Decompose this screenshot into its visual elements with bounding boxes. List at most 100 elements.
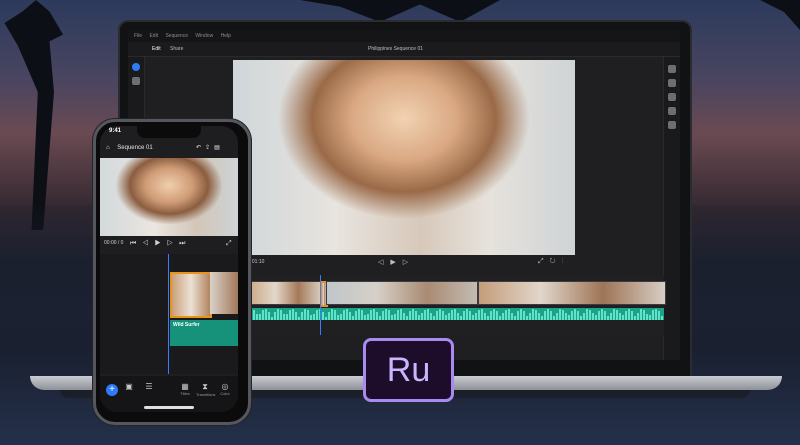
audio-clip[interactable]: Wild Surfer	[170, 320, 238, 346]
phone-preview-video[interactable]	[100, 158, 238, 236]
waveform-bar	[421, 313, 423, 320]
waveform-bar	[508, 309, 510, 320]
waveform-bar	[262, 310, 264, 320]
tab-edit[interactable]: Edit	[152, 46, 161, 52]
waveform-bar	[604, 311, 606, 320]
panel-icon-1[interactable]	[668, 65, 676, 73]
phone-playback-controls: 00:00 / 0 ⏮◁▶▷⏭ ⤢	[100, 238, 238, 252]
text-tool[interactable]: ☰	[140, 382, 158, 391]
phone-timeline[interactable]: Wild Surfer	[100, 254, 238, 374]
menu-sequence[interactable]: Sequence	[165, 33, 188, 39]
waveform-bar	[589, 309, 591, 320]
waveform-bar	[616, 309, 618, 320]
media-tool[interactable]: ▣	[120, 382, 138, 391]
home-icon[interactable]: ⌂	[106, 145, 110, 151]
selected-video-clip[interactable]	[170, 272, 212, 318]
video-clip[interactable]	[244, 281, 322, 305]
phone-bottom-toolbar: + ▣ ☰ ▦ Titles ⧗ Transitions ◎ Color	[100, 376, 238, 412]
waveform-bar	[313, 313, 315, 320]
waveform-bar	[358, 309, 360, 320]
waveform-bar	[253, 310, 255, 320]
step-forward-icon[interactable]: ▷	[403, 259, 415, 266]
next-frame-icon[interactable]: ▷	[167, 240, 179, 247]
phone-transport: ⏮◁▶▷⏭	[130, 240, 191, 248]
program-monitor-video[interactable]	[233, 60, 575, 255]
status-time: 9:41	[109, 128, 122, 134]
waveform-bar	[562, 309, 564, 320]
panel-icon-3[interactable]	[668, 93, 676, 101]
fullscreen-icon[interactable]: ⤢	[226, 240, 232, 248]
add-icon[interactable]: +	[106, 384, 118, 396]
waveform-bar	[337, 314, 339, 320]
video-clip[interactable]	[478, 281, 666, 305]
transitions-tool[interactable]: ⧗ Transitions	[196, 382, 216, 397]
waveform-bar	[277, 309, 279, 320]
waveform-bar	[424, 309, 426, 320]
audio-track[interactable]	[244, 308, 664, 320]
waveform-bar	[574, 309, 576, 320]
waveform-bar	[400, 309, 402, 320]
menu-help[interactable]: Help	[221, 33, 231, 39]
waveform-bar	[595, 315, 597, 320]
waveform-bar	[649, 315, 651, 320]
waveform-bar	[511, 312, 513, 320]
transitions-label: Transitions	[196, 392, 216, 397]
waveform-bar	[391, 314, 393, 320]
waveform-bar	[481, 309, 483, 320]
waveform-bar	[340, 313, 342, 320]
waveform-bar	[379, 316, 381, 320]
menu-window[interactable]: Window	[195, 33, 213, 39]
video-clip[interactable]	[326, 281, 478, 305]
menu-edit[interactable]: Edit	[149, 33, 158, 39]
play-icon[interactable]: ▶	[390, 259, 402, 266]
panel-icon-4[interactable]	[668, 107, 676, 115]
waveform-bar	[349, 312, 351, 320]
waveform-bar	[580, 315, 582, 320]
comment-icon[interactable]: ▤	[214, 145, 224, 151]
waveform-bar	[661, 316, 663, 320]
video-clip[interactable]	[210, 272, 238, 314]
tab-share[interactable]: Share	[170, 46, 183, 52]
titles-tool[interactable]: ▦ Titles	[176, 382, 194, 396]
step-back-icon[interactable]: ◁	[378, 259, 390, 266]
waveform-bar	[454, 309, 456, 320]
waveform-bar	[430, 312, 432, 320]
color-tool[interactable]: ◎ Color	[216, 382, 234, 396]
transitions-icon: ⧗	[202, 382, 208, 391]
fullscreen-icon[interactable]: ⤢	[538, 258, 550, 265]
waveform-bar	[352, 316, 354, 320]
playhead[interactable]	[320, 275, 321, 335]
phone-timecode: 00:00 / 0	[104, 240, 124, 246]
waveform-bar	[292, 309, 294, 320]
waveform-bar	[544, 310, 546, 320]
step-back-icon[interactable]: ⏮	[130, 240, 142, 247]
waveform-bar	[307, 310, 309, 320]
panel-icon-2[interactable]	[668, 79, 676, 87]
undo-icon[interactable]: ↶	[196, 145, 205, 151]
waveform-bar	[550, 310, 552, 320]
waveform-bar	[394, 313, 396, 320]
settings-icon[interactable]: ⋮	[562, 258, 570, 265]
prev-frame-icon[interactable]: ◁	[142, 240, 154, 247]
waveform-bar	[295, 312, 297, 320]
media-icon[interactable]	[132, 77, 140, 85]
share-icon[interactable]: ⇪	[205, 145, 214, 151]
waveform-bar	[538, 313, 540, 320]
add-media-icon[interactable]	[132, 63, 140, 71]
waveform-bar	[619, 313, 621, 320]
play-icon[interactable]: ▶	[155, 240, 167, 247]
step-forward-icon[interactable]: ⏭	[179, 240, 191, 247]
phone-playhead[interactable]	[168, 254, 169, 374]
panel-icon-5[interactable]	[668, 121, 676, 129]
waveform-bar	[445, 315, 447, 320]
home-indicator[interactable]	[144, 406, 194, 409]
audio-clip-label: Wild Surfer	[173, 322, 200, 328]
loop-icon[interactable]: ↻	[550, 258, 562, 265]
waveform-bar	[412, 309, 414, 320]
waveform-bar	[628, 309, 630, 320]
menu-file[interactable]: File	[134, 33, 142, 39]
waveform-bar	[346, 309, 348, 320]
waveform-bar	[325, 316, 327, 320]
waveform-bar	[601, 309, 603, 320]
waveform-bar	[658, 311, 660, 320]
